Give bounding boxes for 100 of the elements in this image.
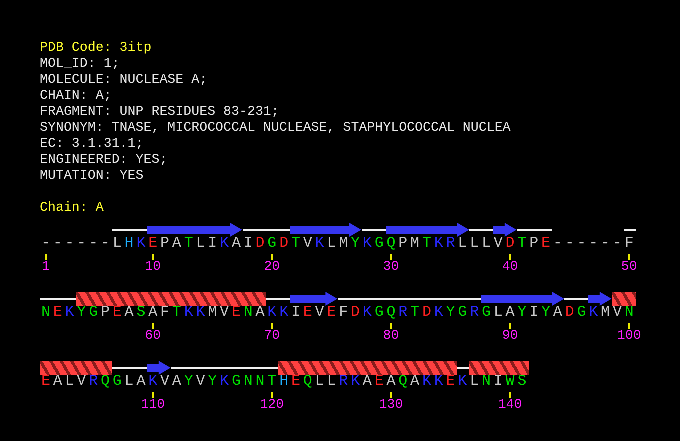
residue-letter: Y bbox=[542, 306, 551, 319]
residue-letter: G bbox=[458, 306, 468, 319]
residue-letter: E bbox=[291, 375, 300, 388]
residue-letter: V bbox=[612, 306, 622, 319]
residue-letter: I bbox=[208, 237, 218, 250]
residue-letter: T bbox=[410, 306, 420, 319]
residue-letter: F bbox=[624, 237, 634, 250]
tick-mark bbox=[390, 254, 392, 260]
residue-letter: Q bbox=[100, 375, 110, 388]
residue-letter: G bbox=[482, 306, 491, 319]
residue-letter: I bbox=[244, 237, 253, 250]
residue-letter: A bbox=[136, 375, 146, 388]
tick-mark bbox=[271, 392, 274, 398]
residue-number: 110 bbox=[141, 398, 166, 411]
residue-letter: - bbox=[601, 237, 610, 250]
residue-letter: H bbox=[280, 375, 289, 388]
residue-letter: D bbox=[565, 306, 574, 319]
residue-letter: N bbox=[624, 306, 634, 319]
residue-number: 1 bbox=[42, 260, 50, 273]
residue-letter: - bbox=[41, 237, 50, 250]
residue-letter: E bbox=[53, 306, 62, 319]
residue-letter: P bbox=[160, 237, 170, 250]
residue-number: 140 bbox=[498, 398, 522, 411]
residue-letter: K bbox=[136, 237, 146, 250]
residue-letter: K bbox=[315, 237, 324, 250]
residue-letter: M bbox=[601, 306, 610, 319]
residue-letter: K bbox=[184, 306, 194, 319]
residue-letter: I bbox=[494, 375, 503, 388]
residue-letter: E bbox=[374, 375, 384, 388]
residue-letter: K bbox=[589, 306, 598, 319]
residue-number: 70 bbox=[264, 329, 280, 342]
residue-letter: Y bbox=[184, 375, 194, 388]
header-line: FRAGMENT: UNP RESIDUES 83-231; bbox=[40, 104, 280, 120]
residue-letter: V bbox=[160, 375, 170, 388]
residue-letter: K bbox=[148, 375, 158, 388]
residue-letter: R bbox=[470, 306, 480, 319]
residue-letter: E bbox=[232, 306, 241, 319]
residue-letter: G bbox=[374, 237, 384, 250]
tick-mark bbox=[509, 323, 512, 329]
residue-letter: R bbox=[446, 237, 456, 250]
tick-mark bbox=[628, 323, 630, 329]
tick-mark bbox=[152, 323, 154, 329]
residue-letter: K bbox=[268, 306, 277, 319]
residue-letter: Q bbox=[303, 375, 312, 388]
residue-letter: M bbox=[208, 306, 218, 319]
residue-letter: K bbox=[220, 237, 230, 250]
residue-letter: K bbox=[196, 306, 206, 319]
residue-number: 90 bbox=[502, 329, 518, 342]
residue-letter: G bbox=[268, 237, 277, 250]
residue-letter: M bbox=[339, 237, 348, 250]
residue-letter: R bbox=[89, 375, 98, 388]
residue-number: 10 bbox=[145, 260, 162, 273]
residue-letter: K bbox=[65, 306, 74, 319]
header-line: CHAIN: A; bbox=[40, 88, 113, 104]
residue-letter: A bbox=[386, 375, 396, 388]
residue-letter: D bbox=[422, 306, 432, 319]
residue-letter: - bbox=[77, 237, 86, 250]
residue-letter: E bbox=[41, 375, 50, 388]
residue-letter: I bbox=[530, 306, 539, 319]
residue-letter: E bbox=[112, 306, 122, 319]
residue-letter: G bbox=[232, 375, 241, 388]
residue-letter: L bbox=[494, 306, 503, 319]
residue-number: 30 bbox=[383, 260, 400, 273]
residue-letter: G bbox=[112, 375, 122, 388]
residue-letter: Y bbox=[77, 306, 86, 319]
residue-number: 80 bbox=[383, 329, 400, 342]
tick-mark bbox=[271, 323, 274, 329]
residue-letter: V bbox=[77, 375, 86, 388]
header-line: MUTATION: YES bbox=[40, 168, 145, 184]
residue-letter: Y bbox=[351, 237, 360, 250]
residue-letter: N bbox=[244, 306, 253, 319]
residue-letter: - bbox=[53, 237, 62, 250]
residue-number: 50 bbox=[621, 260, 638, 273]
residue-letter: G bbox=[374, 306, 384, 319]
header-line: MOL_ID: 1; bbox=[40, 56, 121, 72]
residue-letter: - bbox=[612, 237, 622, 250]
residue-letter: E bbox=[303, 306, 312, 319]
residue-letter: - bbox=[65, 237, 74, 250]
residue-letter: Y bbox=[518, 306, 527, 319]
residue-letter: D bbox=[351, 306, 360, 319]
residue-letter: F bbox=[160, 306, 170, 319]
residue-letter: H bbox=[124, 237, 134, 250]
residue-letter: S bbox=[136, 306, 146, 319]
residue-number: 20 bbox=[264, 260, 280, 273]
header-line: ENGINEERED: YES; bbox=[40, 152, 169, 168]
residue-letter: D bbox=[506, 237, 515, 250]
header-line: EC: 3.1.31.1; bbox=[40, 136, 145, 152]
residue-letter: E bbox=[542, 237, 551, 250]
residue-letter: - bbox=[589, 237, 598, 250]
residue-letter: L bbox=[315, 375, 324, 388]
residue-letter: D bbox=[280, 237, 289, 250]
tick-mark bbox=[152, 392, 154, 398]
residue-letter: A bbox=[232, 237, 241, 250]
residue-letter: - bbox=[89, 237, 98, 250]
residue-letter: A bbox=[148, 306, 158, 319]
residue-letter: P bbox=[530, 237, 539, 250]
residue-letter: L bbox=[470, 375, 480, 388]
residue-letter: Q bbox=[386, 237, 396, 250]
residue-letter: L bbox=[482, 237, 491, 250]
residue-letter: Y bbox=[208, 375, 218, 388]
